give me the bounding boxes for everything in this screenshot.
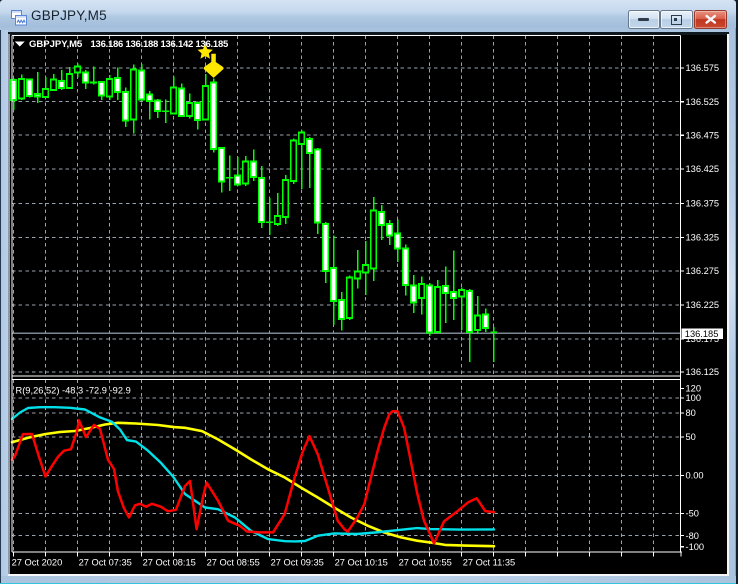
- svg-text:27 Oct 11:35: 27 Oct 11:35: [463, 558, 516, 568]
- svg-text:80: 80: [686, 408, 696, 418]
- svg-text:136.125: 136.125: [686, 367, 720, 377]
- svg-text:27 Oct 08:15: 27 Oct 08:15: [143, 558, 196, 568]
- svg-text:120: 120: [686, 384, 702, 394]
- svg-text:27 Oct 2020: 27 Oct 2020: [12, 558, 63, 568]
- svg-text:27 Oct 08:55: 27 Oct 08:55: [207, 558, 260, 568]
- svg-text:-50: -50: [686, 509, 699, 519]
- svg-text:-80: -80: [686, 531, 699, 541]
- svg-text:136.325: 136.325: [686, 233, 720, 243]
- svg-text:100: 100: [686, 393, 702, 403]
- svg-text:136.186 136.188 136.142 136.18: 136.186 136.188 136.142 136.185: [91, 39, 229, 50]
- svg-text:136.425: 136.425: [686, 164, 720, 174]
- svg-text:0.00: 0.00: [686, 471, 704, 481]
- svg-text:136.475: 136.475: [686, 130, 720, 140]
- svg-text:R(9,26,52) -48.3 -72.9 -92.9: R(9,26,52) -48.3 -72.9 -92.9: [16, 386, 131, 396]
- svg-text:-100: -100: [686, 542, 705, 552]
- svg-text:27 Oct 10:55: 27 Oct 10:55: [399, 558, 452, 568]
- svg-text:136.275: 136.275: [686, 266, 720, 276]
- svg-text:GBPJPY,M5: GBPJPY,M5: [29, 39, 83, 50]
- svg-text:27 Oct 10:15: 27 Oct 10:15: [335, 558, 388, 568]
- svg-text:27 Oct 07:35: 27 Oct 07:35: [79, 558, 132, 568]
- svg-text:136.525: 136.525: [686, 97, 720, 107]
- svg-text:136.375: 136.375: [686, 199, 720, 209]
- svg-text:136.575: 136.575: [686, 63, 720, 73]
- svg-text:136.225: 136.225: [686, 300, 720, 310]
- svg-text:136.185: 136.185: [685, 329, 719, 339]
- svg-text:27 Oct 09:35: 27 Oct 09:35: [271, 558, 324, 568]
- svg-text:50: 50: [686, 432, 696, 442]
